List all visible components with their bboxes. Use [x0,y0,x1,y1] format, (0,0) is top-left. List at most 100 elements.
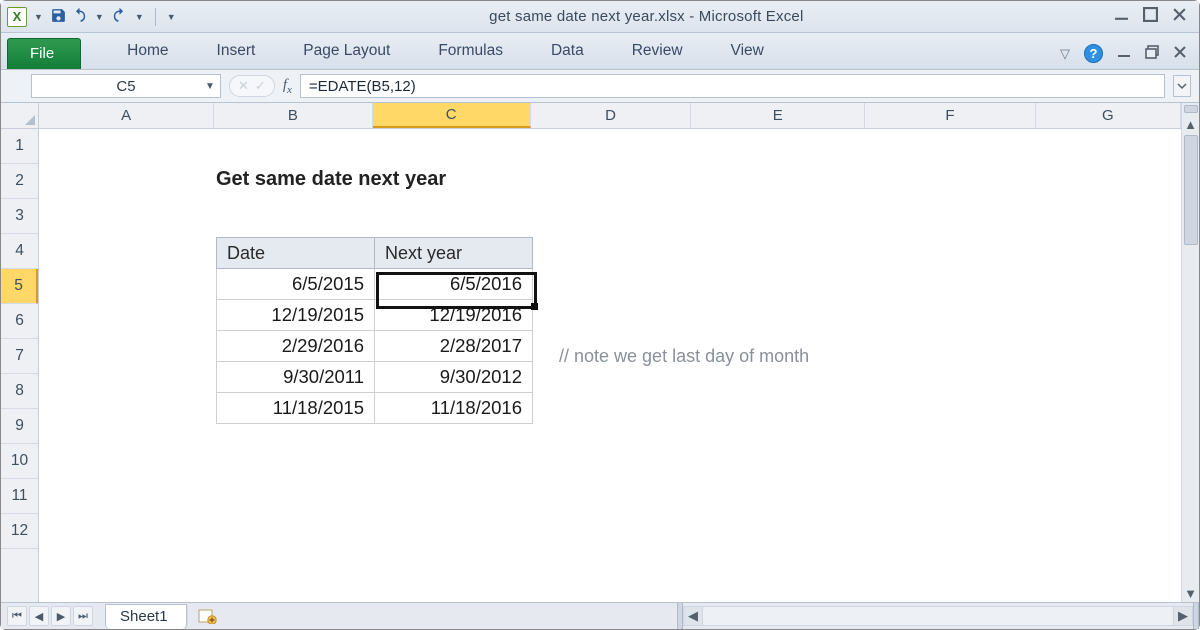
sheet-nav-next-icon[interactable]: ▶ [51,606,71,626]
column-header-E[interactable]: E [691,103,865,128]
row-header-12[interactable]: 12 [1,514,38,549]
window-title: get same date next year.xlsx - Microsoft… [179,8,1114,25]
undo-icon[interactable] [71,7,88,27]
scroll-up-icon[interactable]: ▲ [1182,115,1199,133]
workbook-restore-icon[interactable] [1145,45,1159,62]
fx-icon[interactable]: fx [283,77,292,96]
quick-access-toolbar: X ▼ ▼ ▼ ▼ [7,7,179,27]
row-header-5[interactable]: 5 [1,269,38,304]
excel-icon[interactable]: X [7,7,27,27]
window-controls [1114,7,1193,26]
maximize-icon[interactable] [1143,7,1158,26]
ribbon: File HomeInsertPage LayoutFormulasDataRe… [1,33,1199,70]
scroll-left-icon[interactable]: ◀ [683,606,703,626]
heading-text: Get same date next year [216,168,446,191]
help-icon[interactable]: ? [1084,44,1103,63]
table-row: 12/19/201512/19/2016 [217,300,533,331]
file-tab[interactable]: File [7,38,81,69]
row-header-8[interactable]: 8 [1,374,38,409]
row-header-11[interactable]: 11 [1,479,38,514]
horizontal-scrollbar[interactable]: ◀ ▶ [677,603,1199,629]
name-box-value: C5 [116,78,135,95]
table-cell[interactable]: 12/19/2016 [375,300,533,331]
row-header-2[interactable]: 2 [1,164,38,199]
save-icon[interactable] [50,7,67,27]
table-header: Next year [375,238,533,269]
split-handle[interactable] [1184,105,1198,113]
minimize-icon[interactable] [1114,7,1129,26]
table-cell[interactable]: 2/28/2017 [375,331,533,362]
close-icon[interactable] [1172,7,1187,26]
tab-insert[interactable]: Insert [193,36,280,69]
formula-input[interactable]: =EDATE(B5,12) [300,74,1165,98]
cancel-formula-icon[interactable]: ✕ [238,78,249,94]
table-row: 2/29/20162/28/2017 [217,331,533,362]
workbook-close-icon[interactable] [1173,45,1187,62]
column-header-A[interactable]: A [39,103,214,128]
name-box[interactable]: C5 ▼ [31,74,221,98]
title-bar: X ▼ ▼ ▼ ▼ get same date next year.xlsx -… [1,1,1199,33]
row-header-9[interactable]: 9 [1,409,38,444]
redo-icon[interactable] [111,7,128,27]
row-header-1[interactable]: 1 [1,129,38,164]
table-cell[interactable]: 6/5/2015 [217,269,375,300]
qat-customize[interactable]: ▼ [164,12,179,22]
ribbon-minimize-icon[interactable]: ▽ [1060,46,1070,62]
note-text: // note we get last day of month [559,346,809,367]
column-header-B[interactable]: B [214,103,372,128]
table-cell[interactable]: 9/30/2011 [217,362,375,393]
sheet-tab[interactable]: Sheet1 [105,604,187,629]
tab-data[interactable]: Data [527,36,608,69]
row-headers: 123456789101112 [1,129,39,602]
data-table: DateNext year 6/5/20156/5/201612/19/2015… [216,237,533,424]
new-sheet-icon[interactable] [195,606,221,626]
column-headers: ABCDEFG [39,103,1181,129]
hscroll-end-handle[interactable] [1193,603,1199,629]
column-header-C[interactable]: C [373,103,531,128]
redo-dropdown[interactable]: ▼ [132,12,147,22]
row-header-4[interactable]: 4 [1,234,38,269]
table-row: 11/18/201511/18/2016 [217,393,533,424]
table-cell[interactable]: 2/29/2016 [217,331,375,362]
worksheet-grid[interactable]: ABCDEFG 123456789101112 Get same date ne… [1,103,1199,602]
workbook-minimize-icon[interactable] [1117,45,1131,62]
sheet-nav-first-icon[interactable]: ⏮ [7,606,27,626]
tab-view[interactable]: View [707,36,788,69]
name-box-dropdown[interactable]: ▼ [202,78,218,94]
sheet-nav-last-icon[interactable]: ⏭ [73,606,93,626]
sheet-nav-prev-icon[interactable]: ◀ [29,606,49,626]
scroll-right-icon[interactable]: ▶ [1173,606,1193,626]
scroll-down-icon[interactable]: ▼ [1182,584,1199,602]
tab-home[interactable]: Home [103,36,192,69]
column-header-D[interactable]: D [531,103,691,128]
column-header-F[interactable]: F [865,103,1035,128]
tab-review[interactable]: Review [608,36,707,69]
undo-dropdown[interactable]: ▼ [92,12,107,22]
scroll-thumb[interactable] [1184,135,1198,245]
table-cell[interactable]: 12/19/2015 [217,300,375,331]
table-cell[interactable]: 11/18/2016 [375,393,533,424]
vertical-scrollbar[interactable]: ▲ ▼ [1181,103,1199,602]
tab-page-layout[interactable]: Page Layout [279,36,414,69]
formula-buttons: ✕ ✓ [229,75,275,97]
table-cell[interactable]: 6/5/2016 [375,269,533,300]
table-header: Date [217,238,375,269]
formula-bar: C5 ▼ ✕ ✓ fx =EDATE(B5,12) [1,70,1199,103]
tab-formulas[interactable]: Formulas [414,36,527,69]
row-header-3[interactable]: 3 [1,199,38,234]
row-header-7[interactable]: 7 [1,339,38,374]
table-cell[interactable]: 9/30/2012 [375,362,533,393]
cells-area[interactable]: Get same date next year DateNext year 6/… [39,129,1181,602]
enter-formula-icon[interactable]: ✓ [255,78,266,94]
row-header-6[interactable]: 6 [1,304,38,339]
expand-formula-bar-icon[interactable] [1173,75,1191,97]
qat-dropdown-1[interactable]: ▼ [31,12,46,22]
hscroll-track[interactable] [703,606,1173,626]
select-all-corner[interactable] [1,103,39,129]
column-header-G[interactable]: G [1036,103,1181,128]
table-row: 6/5/20156/5/2016 [217,269,533,300]
table-cell[interactable]: 11/18/2015 [217,393,375,424]
table-row: 9/30/20119/30/2012 [217,362,533,393]
formula-text: =EDATE(B5,12) [309,78,416,95]
row-header-10[interactable]: 10 [1,444,38,479]
